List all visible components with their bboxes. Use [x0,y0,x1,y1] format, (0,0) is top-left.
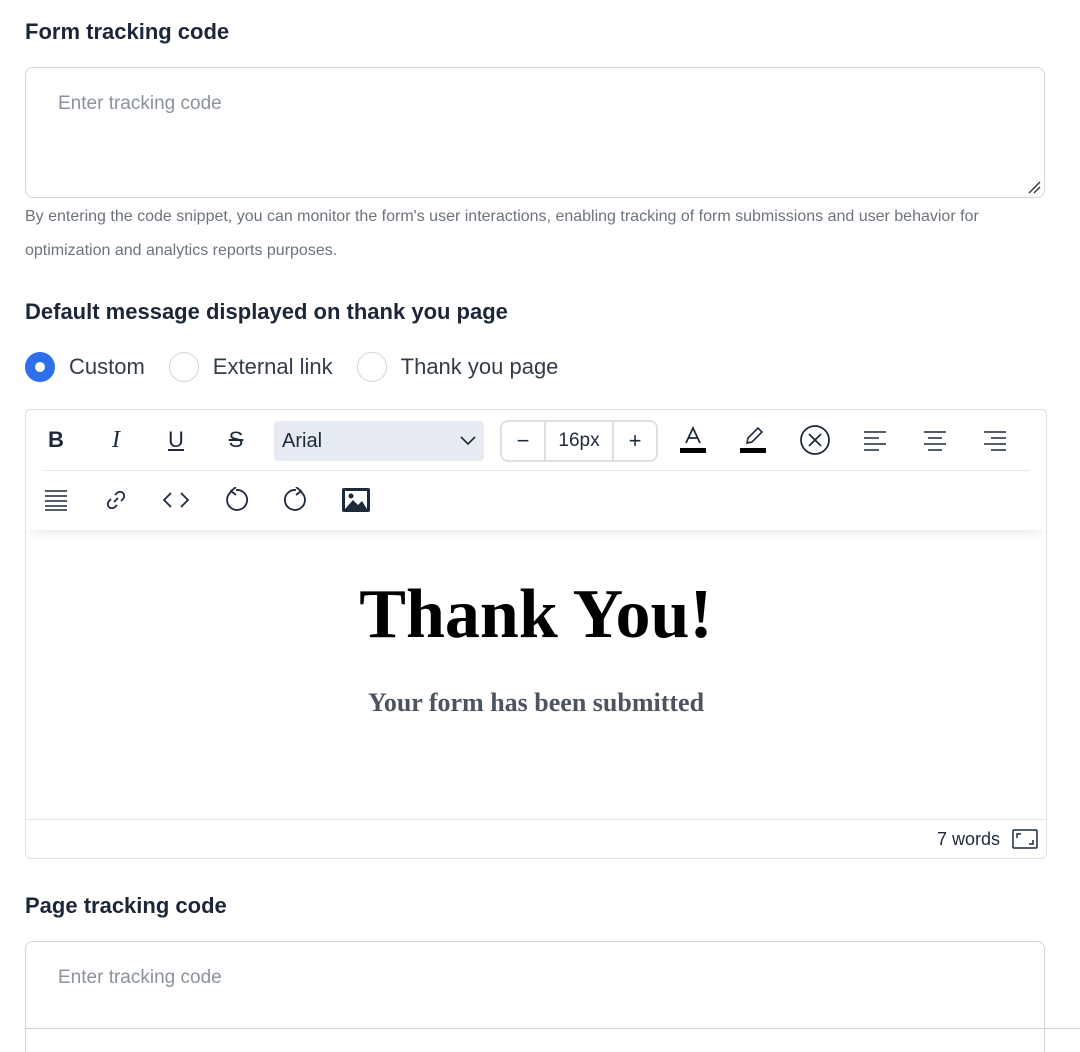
editor-statusbar: 7 words [26,819,1046,858]
italic-icon: I [112,426,120,453]
thank-you-title: Default message displayed on thank you p… [25,299,508,324]
bottom-divider [25,1028,1080,1029]
undo-button[interactable] [216,480,256,520]
align-justify-icon [45,490,67,511]
font-family-select[interactable]: Arial [274,421,484,461]
radio-thank-you-page[interactable] [356,352,387,382]
highlight-pen-icon [740,426,766,453]
italic-button[interactable]: I [96,420,136,460]
radio-custom[interactable] [25,352,55,382]
radio-external-link-label[interactable]: External link [213,354,333,380]
font-size-decrease-button[interactable]: − [502,422,544,460]
strikethrough-button[interactable]: S [216,420,256,460]
code-view-button[interactable] [156,480,196,520]
insert-image-button[interactable] [336,480,376,520]
radio-external-link[interactable] [168,352,199,382]
bold-icon: B [48,427,64,452]
justify-button[interactable] [36,480,76,520]
form-tracking-input[interactable]: Enter tracking code [25,67,1045,198]
align-right-icon [984,431,1006,451]
image-icon [342,488,370,512]
page-tracking-input[interactable]: Enter tracking code [25,941,1045,1052]
form-tracking-placeholder: Enter tracking code [58,93,222,114]
align-left-button[interactable] [855,420,895,460]
chevron-down-icon [460,436,476,446]
radio-custom-label[interactable]: Custom [69,354,145,380]
align-center-icon [924,431,946,451]
clear-format-icon [800,425,830,455]
text-color-icon [680,425,706,453]
resize-handle-icon[interactable] [1027,180,1041,194]
message-type-radio-group: Custom External link Thank you page [25,350,582,384]
page-tracking-title: Page tracking code [25,893,227,918]
text-color-button[interactable] [673,420,713,460]
page-tracking-placeholder: Enter tracking code [58,967,222,988]
fullscreen-icon[interactable] [1012,829,1038,849]
align-center-button[interactable] [915,420,955,460]
redo-icon [284,487,306,511]
underline-icon: U [168,427,184,452]
font-family-value: Arial [282,429,323,452]
strikethrough-icon: S [228,427,244,452]
highlight-color-button[interactable] [733,420,773,460]
insert-link-button[interactable] [96,480,136,520]
align-right-button[interactable] [975,420,1015,460]
redo-button[interactable] [276,480,316,520]
content-subheading[interactable]: Your form has been submitted [26,688,1046,718]
clear-formatting-button[interactable] [795,420,835,460]
content-heading[interactable]: Thank You! [26,575,1046,655]
rich-text-editor: B I U S Arial − 16px + Thank You! Your f… [25,409,1047,859]
font-size-value[interactable]: 16px [544,422,614,460]
form-tracking-help: By entering the code snippet, you can mo… [25,208,979,259]
undo-icon [226,487,248,511]
underline-button[interactable]: U [156,420,196,460]
bold-button[interactable]: B [36,420,76,460]
word-count: 7 words [936,829,1000,849]
code-icon [162,492,190,508]
toolbar-divider [44,470,1030,471]
radio-thank-you-page-label[interactable]: Thank you page [401,354,559,380]
font-size-stepper: − 16px + [500,420,658,462]
font-size-increase-button[interactable]: + [614,422,656,460]
link-icon [106,490,126,510]
align-left-icon [864,431,886,451]
form-tracking-title: Form tracking code [25,19,230,44]
editor-toolbar: B I U S Arial − 16px + [26,410,1046,530]
